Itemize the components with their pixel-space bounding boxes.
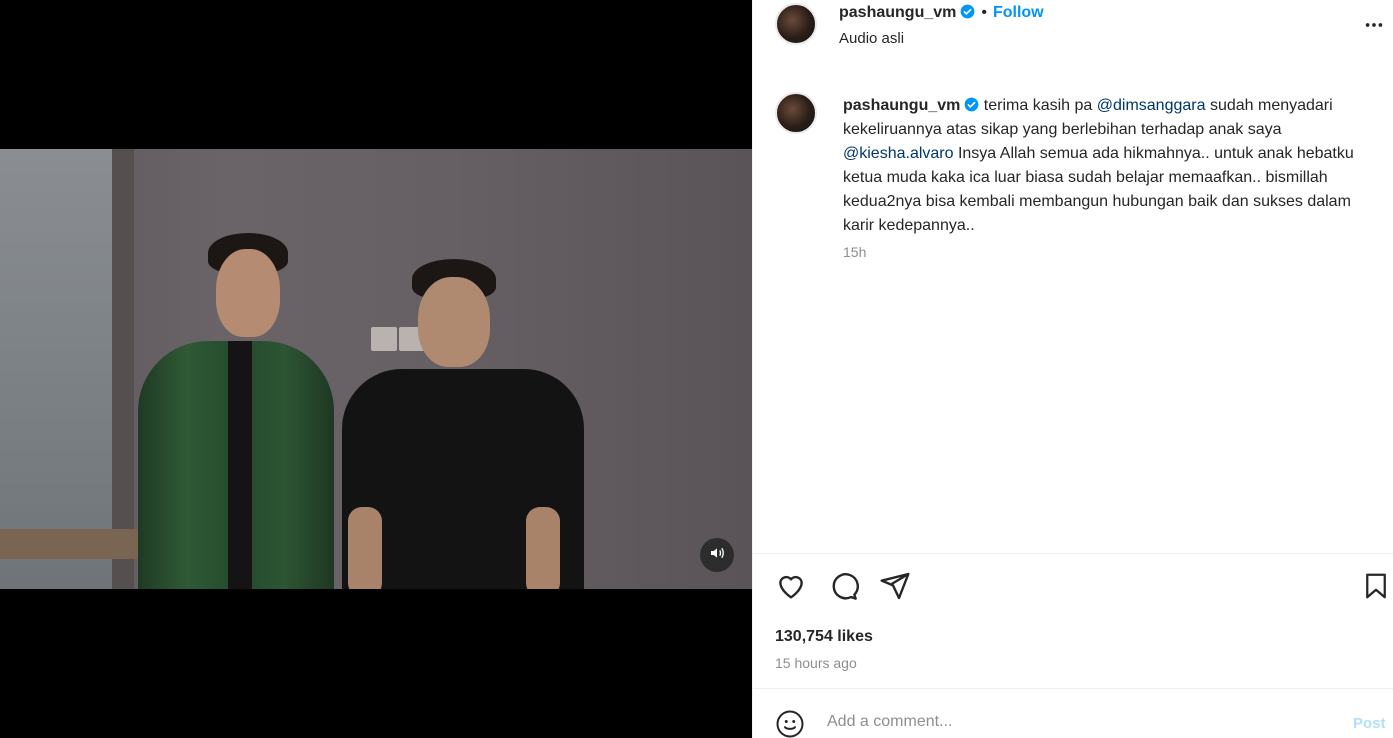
background-shelf xyxy=(0,529,160,559)
mention-link[interactable]: @kiesha.alvaro xyxy=(843,145,954,162)
caption-timestamp[interactable]: 15h xyxy=(843,244,866,260)
mention-link[interactable]: @dimsanggara xyxy=(1097,97,1206,114)
verified-badge-icon xyxy=(964,96,979,112)
header-title-row: pashaungu_vm • Follow xyxy=(839,4,1044,22)
verified-badge-icon xyxy=(960,4,975,19)
heart-icon xyxy=(775,575,807,606)
save-button[interactable] xyxy=(1361,570,1391,607)
more-horizontal-icon xyxy=(1363,23,1385,40)
comment-bar: Post xyxy=(753,688,1393,738)
caption-username[interactable]: pashaungu_vm xyxy=(843,97,960,114)
post-header: pashaungu_vm • Follow Audio asli xyxy=(753,0,1393,60)
audio-link[interactable]: Audio asli xyxy=(839,30,904,47)
post-timestamp[interactable]: 15 hours ago xyxy=(775,655,857,671)
emoji-picker-button[interactable] xyxy=(775,709,805,738)
smiley-icon xyxy=(775,710,805,738)
caption-body-part: terima kasih pa xyxy=(979,97,1097,114)
person-left xyxy=(138,233,338,589)
caption-text: pashaungu_vm terima kasih pa @dimsanggar… xyxy=(843,94,1383,238)
background-window xyxy=(0,149,112,589)
like-button[interactable] xyxy=(775,570,807,607)
sound-toggle-button[interactable] xyxy=(700,538,734,572)
share-button[interactable] xyxy=(879,570,911,607)
like-count[interactable]: 130,754 likes xyxy=(775,628,873,646)
comment-input[interactable] xyxy=(827,713,1297,731)
paper-plane-icon xyxy=(879,572,911,606)
bookmark-icon xyxy=(1361,573,1391,606)
post-media[interactable] xyxy=(0,0,752,738)
post-details-panel: pashaungu_vm • Follow Audio asli pashaungu… xyxy=(752,0,1393,738)
separator-dot: • xyxy=(981,4,987,21)
post-comment-button[interactable]: Post xyxy=(1353,715,1386,732)
author-username[interactable]: pashaungu_vm xyxy=(839,4,956,21)
person-right xyxy=(342,257,592,589)
follow-button[interactable]: Follow xyxy=(993,4,1044,21)
more-options-button[interactable] xyxy=(1363,14,1385,41)
comment-bubble-icon xyxy=(827,573,859,606)
video-player[interactable] xyxy=(0,149,752,589)
speaker-icon xyxy=(709,545,725,566)
author-avatar[interactable] xyxy=(775,3,817,45)
comment-button[interactable] xyxy=(827,570,859,607)
caption-author-avatar[interactable] xyxy=(775,92,817,134)
background-pillar xyxy=(112,149,134,589)
post-actions: 130,754 likes 15 hours ago xyxy=(753,553,1393,683)
